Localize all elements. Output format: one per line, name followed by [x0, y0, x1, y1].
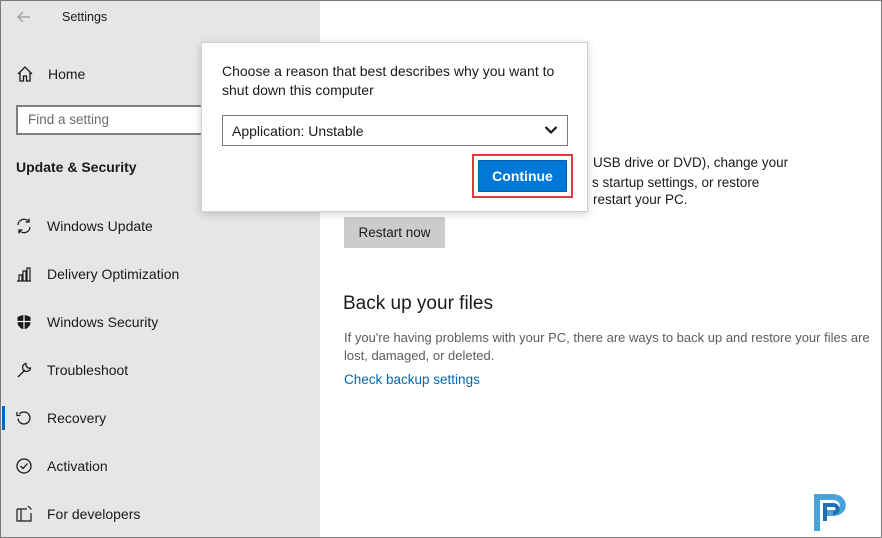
sidebar-item-label: Recovery	[47, 410, 107, 426]
check-circle-icon	[14, 456, 34, 476]
sidebar-item-label: Troubleshoot	[47, 362, 129, 378]
sidebar-item-troubleshoot[interactable]: Troubleshoot	[1, 350, 320, 390]
sidebar-item-label: Windows Security	[47, 314, 159, 330]
sidebar-item-label: Windows Update	[47, 218, 153, 234]
app-title: Settings	[62, 10, 108, 24]
backup-description: If you're having problems with your PC, …	[344, 330, 870, 363]
title-bar: Settings	[1, 1, 320, 35]
reason-dropdown-value: Application: Unstable	[232, 122, 364, 139]
home-label: Home	[48, 66, 86, 82]
wrench-icon	[14, 360, 34, 380]
sidebar-item-label: Activation	[47, 458, 108, 474]
check-backup-settings-link[interactable]: Check backup settings	[344, 372, 480, 387]
recovery-icon	[14, 408, 34, 428]
sidebar-item-delivery-optimization[interactable]: Delivery Optimization	[1, 254, 320, 294]
sidebar-item-windows-update[interactable]: Windows Update	[1, 206, 320, 246]
backup-heading: Back up your files	[343, 293, 493, 314]
sidebar-item-windows-security[interactable]: Windows Security	[1, 302, 320, 342]
developer-icon	[14, 504, 34, 524]
delivery-optimization-icon	[14, 264, 34, 284]
back-arrow-icon[interactable]	[11, 5, 37, 29]
continue-button[interactable]: Continue	[478, 160, 567, 192]
sidebar-item-activation[interactable]: Activation	[1, 446, 320, 486]
settings-window: Settings Home Find a setting Update & Se…	[0, 0, 882, 538]
advanced-startup-text-line: restart your PC.	[593, 192, 688, 207]
search-placeholder: Find a setting	[28, 112, 110, 127]
chevron-down-icon	[543, 122, 559, 141]
dialog-prompt: Choose a reason that best describes why …	[222, 63, 555, 98]
sidebar-item-label: Delivery Optimization	[47, 266, 180, 282]
restart-now-button[interactable]: Restart now	[344, 217, 445, 248]
reason-dropdown[interactable]: Application: Unstable	[222, 115, 568, 146]
advanced-startup-text-line: s startup settings, or restore	[592, 175, 760, 190]
sidebar-item-label: For developers	[47, 506, 141, 522]
home-icon	[15, 64, 35, 84]
sidebar-item-recovery[interactable]: Recovery	[1, 398, 320, 438]
shutdown-reason-dialog: Choose a reason that best describes why …	[201, 42, 588, 212]
sidebar-item-for-developers[interactable]: For developers	[1, 494, 320, 534]
shield-icon	[14, 312, 34, 332]
watermark-logo	[809, 493, 869, 533]
sync-icon	[14, 216, 34, 236]
section-title: Update & Security	[16, 159, 137, 175]
advanced-startup-text-line: USB drive or DVD), change your	[593, 155, 789, 170]
search-input[interactable]: Find a setting	[16, 105, 226, 135]
